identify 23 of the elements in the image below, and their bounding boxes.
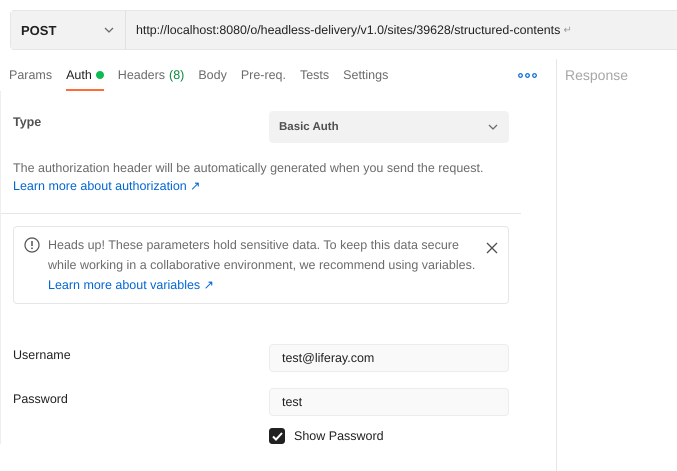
more-icon[interactable]: [516, 70, 539, 80]
notice-text: Heads up! These parameters hold sensitive data. To keep this data secure while working in a collaborative environment, we recommend using variables. Learn more about variables ↗: [48, 237, 476, 294]
checkbox[interactable]: [269, 428, 285, 444]
response-title: Response: [565, 67, 630, 83]
learn-more-link[interactable]: Learn more about authorization ↗: [13, 177, 202, 195]
tab[interactable]: Auth: [66, 59, 104, 91]
variables-link[interactable]: Learn more about variables ↗: [48, 278, 215, 292]
field-label: Password: [13, 391, 69, 406]
tab[interactable]: Headers (8): [118, 59, 184, 91]
type-label: Type: [13, 114, 42, 129]
auth-description: The authorization header will be automatically generated when you send the request.: [13, 160, 484, 177]
auth-type-select[interactable]: Basic Auth: [269, 111, 509, 143]
input-field[interactable]: test@liferay.com: [269, 344, 509, 372]
tab[interactable]: Settings: [343, 59, 388, 91]
warning-icon: [24, 237, 40, 253]
tab[interactable]: Body: [198, 59, 227, 91]
tab-count: (8): [169, 68, 184, 82]
checkbox-label: Show Password: [294, 429, 384, 443]
input-field[interactable]: test: [269, 388, 509, 416]
tab[interactable]: Tests: [300, 59, 330, 91]
field-label: Username: [13, 347, 72, 362]
tab[interactable]: Params: [9, 59, 52, 91]
tab[interactable]: Pre-req.: [240, 59, 286, 91]
